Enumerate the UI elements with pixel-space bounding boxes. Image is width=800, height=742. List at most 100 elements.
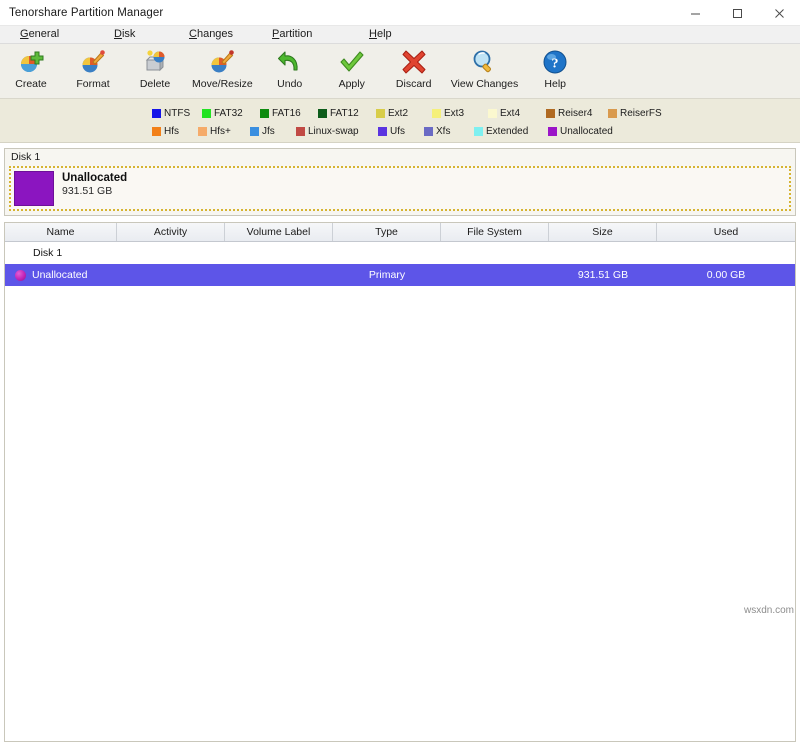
legend-item-fat32: FAT32 [202, 108, 260, 119]
cell-used: 0.00 GB [657, 264, 795, 286]
legend-swatch-icon [198, 127, 207, 136]
toolbar-button-label: Create [15, 78, 47, 90]
legend-item-fat16: FAT16 [260, 108, 318, 119]
legend-label: Jfs [262, 126, 275, 137]
legend-row-2: HfsHfs+JfsLinux-swapUfsXfsExtendedUnallo… [0, 122, 800, 140]
column-header-activity[interactable]: Activity [117, 223, 225, 241]
legend-row-1: NTFSFAT32FAT16FAT12Ext2Ext3Ext4Reiser4Re… [0, 104, 800, 122]
table-row[interactable]: Disk 1 [5, 242, 795, 264]
legend-item-ufs: Ufs [378, 126, 424, 137]
legend-swatch-icon [378, 127, 387, 136]
apply-check-icon [339, 49, 365, 75]
toolbar-button-move-resize[interactable]: Move/Resize [186, 47, 259, 90]
cell-activity [117, 242, 225, 264]
move-resize-icon [209, 49, 235, 75]
column-header-name[interactable]: Name [5, 223, 117, 241]
minimize-icon [690, 8, 701, 19]
toolbar-button-discard[interactable]: Discard [383, 47, 445, 90]
menu-item-partition[interactable]: Partition [268, 28, 316, 40]
legend-label: Hfs [164, 126, 179, 137]
toolbar: Create Format Delete Move/Resize Undo Ap… [0, 44, 800, 99]
toolbar-button-undo[interactable]: Undo [259, 47, 321, 90]
minimize-button[interactable] [674, 0, 716, 26]
disk-partition-map[interactable]: Unallocated 931.51 GB [9, 166, 791, 211]
legend-item-xfs: Xfs [424, 126, 474, 137]
close-button[interactable] [758, 0, 800, 26]
column-header-volume-label[interactable]: Volume Label [225, 223, 333, 241]
menu-item-help[interactable]: Help [365, 28, 396, 40]
partition-table: NameActivityVolume LabelTypeFile SystemS… [4, 222, 796, 742]
legend-label: NTFS [164, 108, 190, 119]
maximize-button[interactable] [716, 0, 758, 26]
legend-swatch-icon [424, 127, 433, 136]
cell-activity [117, 264, 225, 286]
unallocated-partition-icon [15, 270, 26, 281]
maximize-icon [732, 8, 743, 19]
toolbar-button-label: Discard [396, 78, 432, 90]
legend-label: Hfs+ [210, 126, 231, 137]
toolbar-button-delete[interactable]: Delete [124, 47, 186, 90]
legend-swatch-icon [376, 109, 385, 118]
legend-label: FAT12 [330, 108, 359, 119]
cell-text: Unallocated [32, 269, 87, 281]
toolbar-button-label: Apply [339, 78, 365, 90]
legend-label: Xfs [436, 126, 450, 137]
legend-swatch-icon [152, 109, 161, 118]
toolbar-button-label: Help [544, 78, 566, 90]
column-header-size[interactable]: Size [549, 223, 657, 241]
window-controls [674, 0, 800, 26]
partition-block-unallocated[interactable] [14, 171, 54, 206]
legend-swatch-icon [152, 127, 161, 136]
table-header-row: NameActivityVolume LabelTypeFile SystemS… [5, 223, 795, 242]
menu-item-general[interactable]: General [16, 28, 63, 40]
column-header-file-system[interactable]: File System [441, 223, 549, 241]
legend-label: Ext3 [444, 108, 464, 119]
toolbar-button-create[interactable]: Create [0, 47, 62, 90]
legend-item-jfs: Jfs [250, 126, 296, 137]
cell-used [657, 242, 795, 264]
toolbar-button-apply[interactable]: Apply [321, 47, 383, 90]
create-partition-icon [18, 49, 44, 75]
cell-size [549, 242, 657, 264]
cell-file-system [441, 264, 549, 286]
legend-item-linux-swap: Linux-swap [296, 126, 378, 137]
toolbar-button-label: Undo [277, 78, 302, 90]
legend-item-fat12: FAT12 [318, 108, 376, 119]
toolbar-button-label: Delete [140, 78, 170, 90]
legend-label: ReiserFS [620, 108, 662, 119]
watermark: wsxdn.com [744, 605, 794, 616]
toolbar-button-help[interactable]: ? Help [524, 47, 586, 90]
close-icon [774, 8, 785, 19]
legend-label: FAT32 [214, 108, 243, 119]
menu-item-disk[interactable]: Disk [110, 28, 139, 40]
toolbar-button-view-changes[interactable]: View Changes [445, 47, 525, 90]
toolbar-button-format[interactable]: Format [62, 47, 124, 90]
discard-cross-icon [401, 49, 427, 75]
legend-item-ext2: Ext2 [376, 108, 432, 119]
view-changes-magnifier-icon [471, 49, 497, 75]
cell-type [333, 242, 441, 264]
partition-block-info: Unallocated 931.51 GB [54, 171, 127, 197]
cell-name: Disk 1 [5, 242, 117, 264]
partition-block-name: Unallocated [62, 172, 127, 185]
svg-text:?: ? [552, 57, 559, 72]
title-bar: Tenorshare Partition Manager [0, 0, 800, 26]
legend-swatch-icon [548, 127, 557, 136]
legend-label: Extended [486, 126, 528, 137]
filesystem-legend: NTFSFAT32FAT16FAT12Ext2Ext3Ext4Reiser4Re… [0, 99, 800, 143]
legend-item-hfs: Hfs [152, 126, 198, 137]
menu-bar: General Disk Changes Partition Help [0, 26, 800, 44]
table-body: Disk 1UnallocatedPrimary931.51 GB0.00 GB [5, 242, 795, 286]
toolbar-button-label: Move/Resize [192, 78, 253, 90]
toolbar-button-label: View Changes [451, 78, 519, 90]
menu-item-changes[interactable]: Changes [185, 28, 237, 40]
legend-swatch-icon [202, 109, 211, 118]
legend-item-ext4: Ext4 [488, 108, 546, 119]
legend-swatch-icon [432, 109, 441, 118]
table-row[interactable]: UnallocatedPrimary931.51 GB0.00 GB [5, 264, 795, 286]
column-header-type[interactable]: Type [333, 223, 441, 241]
legend-swatch-icon [296, 127, 305, 136]
help-question-icon: ? [542, 49, 568, 75]
column-header-used[interactable]: Used [657, 223, 795, 241]
legend-label: FAT16 [272, 108, 301, 119]
